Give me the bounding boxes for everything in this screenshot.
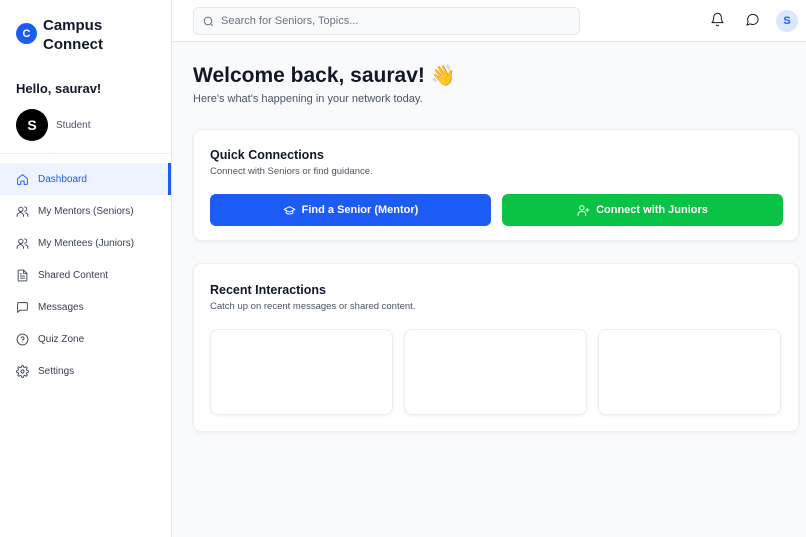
button-label: Find a Senior (Mentor) (301, 204, 419, 216)
sidebar-nav: Dashboard My Mentors (Seniors) My Mentee… (0, 163, 171, 387)
sidebar-item-my-mentors[interactable]: My Mentors (Seniors) (0, 195, 171, 227)
sidebar-item-messages[interactable]: Messages (0, 291, 171, 323)
sidebar-item-dashboard[interactable]: Dashboard (0, 163, 171, 195)
notifications-button[interactable] (710, 12, 726, 28)
users-icon (16, 205, 29, 217)
message-circle-icon (746, 13, 759, 26)
page-title: Welcome back, saurav! 👋 (193, 62, 799, 90)
sidebar-item-label: Shared Content (38, 269, 109, 281)
sidebar-item-quiz-zone[interactable]: Quiz Zone (0, 323, 171, 355)
message-icon (17, 301, 28, 313)
card-description: Catch up on recent messages or shared co… (210, 301, 416, 312)
interaction-tile[interactable] (210, 329, 393, 415)
card-title: Recent Interactions (210, 283, 327, 297)
wave-emoji: 👋 (430, 65, 456, 87)
graduation-cap-icon (283, 205, 296, 215)
greeting: Hello, saurav! (16, 81, 102, 96)
help-circle-icon (16, 333, 29, 345)
sidebar-item-label: Quiz Zone (38, 333, 85, 345)
card-title: Quick Connections (210, 148, 324, 162)
brand-name: Campus Connect (43, 17, 103, 53)
profile-avatar[interactable]: S (776, 10, 798, 32)
sidebar-item-label: Dashboard (38, 173, 87, 185)
search-input[interactable] (221, 15, 571, 27)
document-icon (17, 269, 28, 281)
home-icon (17, 173, 28, 185)
user-avatar[interactable]: S (16, 109, 48, 141)
topbar: S (172, 0, 806, 42)
brand[interactable]: C Campus Connect (16, 16, 113, 54)
interaction-tile[interactable] (404, 329, 587, 415)
interaction-tile[interactable] (598, 329, 781, 415)
sidebar-item-label: Messages (38, 301, 84, 313)
card-description: Connect with Seniors or find guidance. (210, 166, 373, 177)
sidebar-item-label: My Mentees (Juniors) (38, 237, 135, 249)
user-plus-icon (577, 204, 590, 216)
search-box (193, 7, 580, 35)
main-content: Welcome back, saurav! 👋 Here's what's ha… (193, 62, 799, 432)
search-icon (203, 16, 214, 26)
page-subtitle: Here's what's happening in your network … (193, 93, 423, 105)
user-profile: S Student (16, 109, 90, 141)
bell-icon (711, 12, 724, 27)
gear-icon (16, 364, 29, 378)
sidebar-divider (0, 153, 171, 154)
sidebar-item-shared-content[interactable]: Shared Content (0, 259, 171, 291)
welcome-text: Welcome back, saurav! (193, 64, 425, 87)
sidebar-item-settings[interactable]: Settings (0, 355, 171, 387)
connect-juniors-button[interactable]: Connect with Juniors (502, 194, 783, 226)
quick-connections-card: Quick Connections Connect with Seniors o… (193, 129, 799, 241)
find-senior-button[interactable]: Find a Senior (Mentor) (210, 194, 491, 226)
users-icon (16, 237, 29, 249)
recent-interactions-card: Recent Interactions Catch up on recent m… (193, 263, 799, 432)
sidebar-item-label: Settings (38, 365, 75, 377)
user-role: Student (56, 119, 91, 131)
messages-button[interactable] (745, 12, 761, 28)
sidebar: C Campus Connect Hello, saurav! S Studen… (0, 0, 172, 537)
sidebar-item-my-mentees[interactable]: My Mentees (Juniors) (0, 227, 171, 259)
brand-logo: C (16, 23, 37, 44)
sidebar-item-label: My Mentors (Seniors) (38, 205, 134, 217)
button-label: Connect with Juniors (596, 204, 708, 216)
